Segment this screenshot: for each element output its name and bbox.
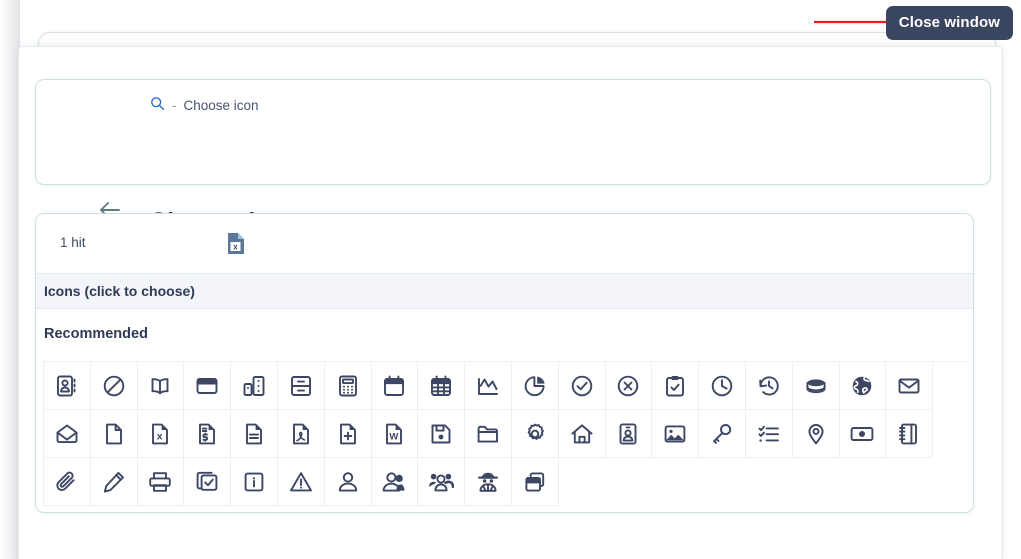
icon-cell-printer[interactable] [137, 458, 185, 506]
icon-cell-calendar[interactable] [371, 362, 419, 410]
icon-cell-book-open[interactable] [137, 362, 185, 410]
excel-file-icon[interactable]: x [226, 232, 248, 256]
recommended-group-title: Recommended [44, 326, 148, 342]
icon-cell-copy-check[interactable] [184, 458, 232, 506]
header-card: - Choose icon Choose icon [35, 79, 991, 236]
icon-cell-browser-window[interactable] [184, 362, 232, 410]
icon-cell-buildings[interactable] [231, 362, 278, 410]
breadcrumb: - Choose icon [150, 96, 259, 114]
hits-row: 1 hit x [36, 214, 973, 273]
icon-cell-file[interactable] [90, 410, 138, 458]
icon-cell-calculator[interactable] [324, 362, 372, 410]
icon-cell-file-invoice[interactable] [184, 410, 232, 458]
results-card: 1 hit x Icons (click to choose) Recommen… [35, 213, 974, 513]
icon-cell-warning-triangle[interactable] [277, 458, 325, 506]
icon-cell-file-plus[interactable] [324, 410, 372, 458]
icon-cell-user-secret[interactable] [465, 458, 512, 506]
svg-text:W: W [390, 431, 399, 442]
icon-cell-info-square[interactable] [231, 458, 278, 506]
close-window-tooltip[interactable]: Close window [885, 6, 1013, 40]
icon-cell-coins[interactable] [792, 362, 840, 410]
icon-cell-chart-pie[interactable] [511, 362, 559, 410]
icon-cell-floppy-disk[interactable] [418, 410, 466, 458]
icon-grid: x W [43, 361, 967, 506]
icon-cell-envelope[interactable] [886, 362, 934, 410]
screen-root: Close window - Choose icon 1 hit x Icons… [0, 0, 1021, 559]
icon-cell-home[interactable] [558, 410, 606, 458]
icons-section-title: Icons (click to choose) [44, 283, 195, 299]
breadcrumb-label[interactable]: Choose icon [184, 98, 259, 113]
icons-section-band: Icons (click to choose) [36, 273, 973, 309]
icon-cell-address-book[interactable] [44, 362, 91, 410]
icon-cell-clock-history[interactable] [745, 362, 793, 410]
window-shell-foreground: - Choose icon Choose icon 1 hit [18, 46, 1003, 559]
icon-cell-user[interactable] [324, 458, 372, 506]
icon-cell-folder[interactable] [465, 410, 512, 458]
icon-cell-notebook[interactable] [886, 410, 934, 458]
search-icon [150, 96, 165, 114]
svg-text:x: x [157, 431, 163, 442]
icon-cell-users-group[interactable] [418, 458, 466, 506]
icon-cell-file-text[interactable] [231, 410, 278, 458]
icon-cell-key[interactable] [699, 410, 746, 458]
icon-cell-users-two[interactable] [371, 458, 419, 506]
breadcrumb-separator: - [172, 97, 177, 113]
icon-cell-archive-cabinet[interactable] [277, 362, 325, 410]
icon-cell-chart-line[interactable] [465, 362, 512, 410]
icon-cell-envelope-open[interactable] [44, 410, 91, 458]
icon-cell-globe[interactable] [839, 362, 887, 410]
icon-cell-list-check[interactable] [745, 410, 793, 458]
icon-cell-clipboard-check[interactable] [652, 362, 700, 410]
icon-cell-ban[interactable] [90, 362, 138, 410]
icon-cell-id-card[interactable] [605, 410, 653, 458]
icon-cell-paperclip[interactable] [44, 458, 91, 506]
icon-cell-gear[interactable] [511, 410, 559, 458]
icon-cell-clock[interactable] [699, 362, 746, 410]
icon-cell-image[interactable] [652, 410, 700, 458]
icon-cell-money-bill[interactable] [839, 410, 887, 458]
icon-cell-file-pdf[interactable] [277, 410, 325, 458]
icon-cell-calendar-grid[interactable] [418, 362, 466, 410]
icon-cell-x-circle[interactable] [605, 362, 653, 410]
icon-cell-pencil[interactable] [90, 458, 138, 506]
icon-cell-file-excel[interactable]: x [137, 410, 185, 458]
page-left-gutter [0, 0, 20, 559]
icon-cell-file-word[interactable]: W [371, 410, 419, 458]
svg-text:x: x [233, 242, 238, 251]
icon-cell-check-circle[interactable] [558, 362, 606, 410]
icon-cell-map-pin[interactable] [792, 410, 840, 458]
icon-cell-copy-windows[interactable] [511, 458, 559, 506]
hits-count: 1 hit [60, 235, 86, 250]
